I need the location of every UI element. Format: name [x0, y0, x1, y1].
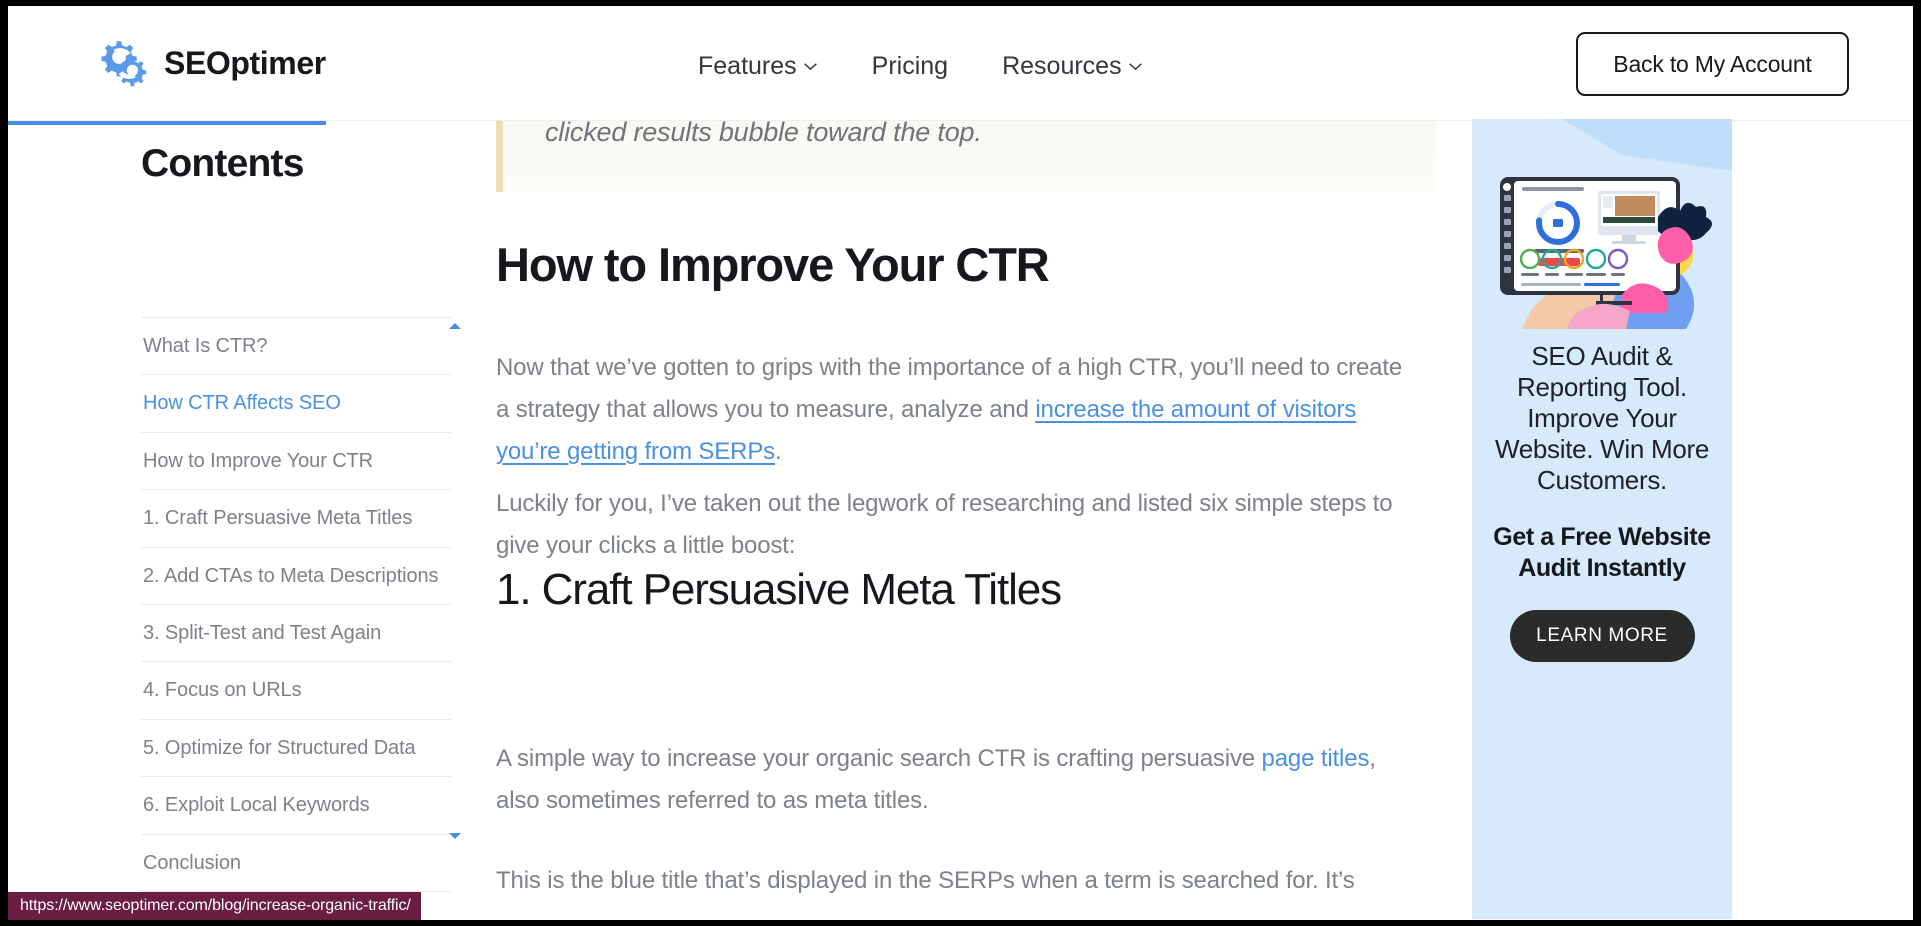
toc-item-how-ctr-affects-seo[interactable]: How CTR Affects SEO [141, 374, 452, 431]
toc-list: What Is CTR? How CTR Affects SEO How to … [141, 317, 452, 892]
browser-viewport: SEOptimer Features Pricing Resources Bac… [8, 6, 1913, 920]
paragraph-page-titles: A simple way to increase your organic se… [496, 738, 1421, 822]
ad-headline: Get a Free Website Audit Instantly [1493, 523, 1711, 582]
ad-learn-more-button[interactable]: LEARN MORE [1509, 610, 1695, 662]
paragraph-six-steps: Luckily for you, I’ve taken out the legw… [496, 490, 1393, 559]
paragraph-blue-title: This is the blue title that’s displayed … [496, 867, 1355, 894]
toc-item-conclusion[interactable]: Conclusion [141, 833, 452, 892]
nav-label: Resources [1002, 52, 1122, 80]
paragraph-strategy: Now that we’ve gotten to grips with the … [496, 347, 1421, 473]
sidebar-ad[interactable]: SEO Audit & Reporting Tool. Improve Your… [1472, 119, 1732, 919]
logo-text: SEOptimer [164, 45, 326, 81]
seoptimer-gear-logo-icon [101, 41, 147, 87]
nav-item-features[interactable]: Features [698, 52, 818, 81]
toc-item-what-is-ctr[interactable]: What Is CTR? [141, 317, 452, 374]
paragraph-text: A simple way to increase your organic se… [496, 745, 1262, 772]
chevron-down-icon [803, 63, 817, 71]
ad-copy-text: SEO Audit & Reporting Tool. Improve Your… [1494, 341, 1710, 495]
toc-item-optimize-for-structured-data[interactable]: 5. Optimize for Structured Data [141, 718, 452, 776]
site-logo[interactable]: SEOptimer [98, 36, 326, 91]
nav-label: Features [698, 52, 797, 80]
toc-item-how-to-improve-your-ctr[interactable]: How to Improve Your CTR [141, 431, 452, 489]
nav-label: Pricing [871, 52, 949, 80]
heading-how-to-improve-your-ctr: How to Improve Your CTR [496, 238, 1050, 291]
article-content: clicked results bubble toward the top. H… [478, 117, 1478, 920]
chevron-down-icon [1128, 63, 1142, 71]
nav-item-pricing[interactable]: Pricing [872, 52, 948, 81]
paragraph-text-tail: . [775, 438, 782, 465]
heading-craft-persuasive-meta-titles: 1. Craft Persuasive Meta Titles [496, 565, 1062, 614]
link-page-titles[interactable]: page titles [1262, 745, 1370, 772]
site-header: SEOptimer Features Pricing Resources Bac… [8, 6, 1913, 121]
ad-illustration-svg [1472, 119, 1732, 329]
blockquote-text: clicked results bubble toward the top. [545, 117, 982, 147]
toc-item-add-ctas-to-meta-descriptions[interactable]: 2. Add CTAs to Meta Descriptions [141, 546, 452, 604]
nav-item-resources[interactable]: Resources [1002, 52, 1143, 81]
toc-scroll-down-icon[interactable] [447, 830, 463, 842]
toc-title: Contents [141, 142, 304, 185]
toc-item-focus-on-urls[interactable]: 4. Focus on URLs [141, 661, 452, 718]
main-navigation: Features Pricing Resources [698, 52, 1143, 81]
status-bar-url: https://www.seoptimer.com/blog/increase-… [20, 897, 411, 914]
page-body: Contents What Is CTR? How CTR Affects SE… [8, 117, 1913, 920]
seo-audit-dashboard-illustration [1472, 119, 1732, 329]
blockquote: clicked results bubble toward the top. [496, 117, 1436, 192]
toc-item-exploit-local-keywords[interactable]: 6. Exploit Local Keywords [141, 776, 452, 833]
back-to-my-account-button[interactable]: Back to My Account [1576, 32, 1849, 96]
browser-status-bar: https://www.seoptimer.com/blog/increase-… [8, 892, 421, 920]
table-of-contents-sidebar: Contents What Is CTR? How CTR Affects SE… [8, 125, 478, 920]
toc-item-craft-persuasive-meta-titles[interactable]: 1. Craft Persuasive Meta Titles [141, 489, 452, 546]
toc-item-split-test-and-test-again[interactable]: 3. Split-Test and Test Again [141, 603, 452, 661]
